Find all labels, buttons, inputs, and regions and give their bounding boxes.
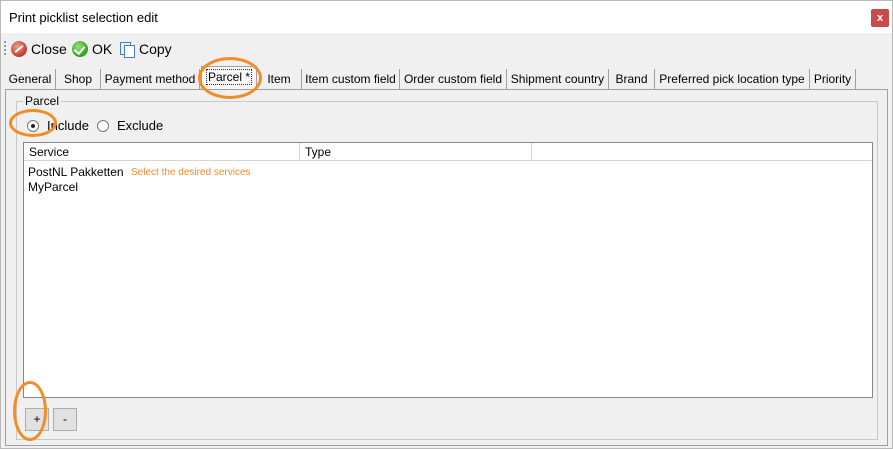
tab-item[interactable]: Item [257, 69, 302, 89]
close-button[interactable]: Close [11, 38, 67, 60]
include-radio-dot[interactable] [27, 119, 39, 132]
exclude-radio-dot[interactable] [97, 119, 109, 132]
listview-header: Service Type [24, 143, 872, 161]
column-header-service[interactable]: Service [24, 143, 300, 161]
ok-button-label: OK [92, 41, 113, 57]
tab-brand[interactable]: Brand [609, 69, 655, 89]
list-item[interactable]: PostNL Pakketten [28, 165, 124, 179]
copy-button[interactable]: Copy [119, 38, 172, 60]
remove-button[interactable]: - [53, 408, 77, 431]
close-button-label: Close [31, 41, 67, 57]
tab-payment-method[interactable]: Payment method [101, 69, 200, 89]
tab-parcel[interactable]: Parcel * [201, 66, 257, 90]
title-bar: Print picklist selection edit x [1, 1, 892, 33]
copy-button-label: Copy [139, 41, 172, 57]
toolbar: Close OK Copy [1, 33, 892, 65]
exclude-radio[interactable]: Exclude [97, 118, 163, 133]
window-close-button[interactable]: x [871, 9, 889, 27]
services-listview[interactable]: Service Type PostNL Pakketten MyParcel [23, 142, 873, 398]
tab-preferred-pick-location-type[interactable]: Preferred pick location type [655, 69, 810, 89]
parcel-group-title: Parcel [23, 94, 62, 108]
tab-item-custom-field[interactable]: Item custom field [302, 69, 400, 89]
tab-strip: General Shop Payment method Parcel * Ite… [1, 65, 892, 90]
tab-order-custom-field[interactable]: Order custom field [400, 69, 507, 89]
tab-shop[interactable]: Shop [56, 69, 101, 89]
include-radio-label: Include [47, 118, 89, 133]
parcel-tab-page: Parcel Include Exclude Service Type Post… [5, 89, 888, 446]
add-button[interactable]: + [25, 408, 49, 431]
column-header-type[interactable]: Type [300, 143, 532, 161]
services-hint-annotation: Select the desired services [131, 167, 251, 178]
close-circle-icon [11, 41, 27, 57]
check-circle-icon [72, 41, 88, 57]
ok-button[interactable]: OK [72, 38, 112, 60]
exclude-radio-label: Exclude [117, 118, 164, 133]
toolbar-grip[interactable] [4, 41, 6, 55]
list-item[interactable]: MyParcel [28, 180, 78, 194]
window-title: Print picklist selection edit [9, 10, 158, 25]
include-radio[interactable]: Include [27, 118, 89, 133]
copy-icon [119, 41, 135, 58]
dialog-window: Print picklist selection edit x Close OK… [0, 0, 893, 449]
tab-general[interactable]: General [5, 69, 56, 89]
tab-shipment-country[interactable]: Shipment country [507, 69, 609, 89]
tab-priority[interactable]: Priority [810, 69, 856, 89]
parcel-groupbox: Parcel Include Exclude Service Type Post… [16, 94, 878, 440]
